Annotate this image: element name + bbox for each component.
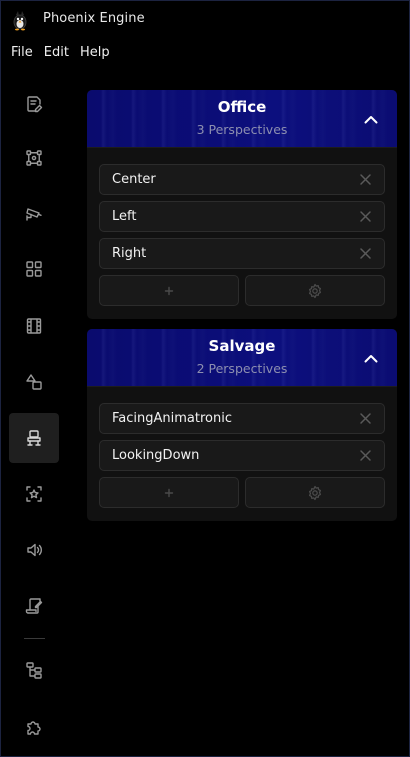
sidebar-item-documents[interactable] (9, 79, 59, 129)
sidebar-item-node-graph[interactable] (9, 133, 59, 183)
sparkle-icon (26, 486, 42, 502)
collapse-button[interactable] (361, 109, 381, 129)
puzzle-icon (27, 721, 41, 735)
perspective-row[interactable]: Left (99, 201, 385, 232)
sidebar-item-plugins[interactable] (9, 702, 59, 752)
settings-button[interactable] (245, 275, 385, 306)
remove-perspective-icon[interactable] (359, 247, 372, 260)
collapse-button[interactable] (361, 348, 381, 368)
hierarchy-icon (26, 662, 42, 679)
speaker-icon (27, 543, 42, 557)
chevron-up-icon (364, 115, 378, 123)
sidebar-item-scripts[interactable] (9, 581, 59, 631)
office-panel-salvage: Salvage 2 Perspectives FacingAnimatronic… (87, 329, 397, 521)
film-icon (26, 318, 42, 334)
add-perspective-button[interactable] (99, 477, 239, 508)
office-title: Salvage (208, 337, 276, 355)
desk-chair-icon (27, 430, 41, 446)
grid-icon (26, 261, 42, 277)
sidebar-item-layout[interactable] (9, 244, 59, 294)
perspective-row[interactable]: LookingDown (99, 440, 385, 471)
menu-help[interactable]: Help (75, 40, 116, 68)
settings-button[interactable] (245, 477, 385, 508)
office-panel-office: Office 3 Perspectives Center Left Right (87, 90, 397, 319)
remove-perspective-icon[interactable] (359, 210, 372, 223)
gear-icon (308, 283, 322, 298)
chevron-up-icon (364, 354, 378, 362)
office-header[interactable]: Salvage 2 Perspectives (87, 329, 397, 387)
panel-actions (99, 477, 385, 508)
app-title: Phoenix Engine (43, 11, 145, 26)
office-subtitle: 3 Perspectives (196, 122, 288, 137)
sidebar-item-audio[interactable] (9, 525, 59, 575)
phoenix-logo-icon (13, 11, 27, 31)
document-edit-icon (27, 96, 43, 113)
sidebar-item-offices[interactable] (9, 413, 59, 463)
remove-perspective-icon[interactable] (359, 412, 372, 425)
perspective-name: Left (112, 209, 137, 224)
add-perspective-button[interactable] (99, 275, 239, 306)
perspective-row[interactable]: Center (99, 164, 385, 195)
node-graph-icon (26, 150, 42, 166)
sidebar-item-animations[interactable] (9, 301, 59, 351)
sidebar-item-shapes[interactable] (9, 357, 59, 407)
perspective-name: Right (112, 246, 147, 261)
script-edit-icon (25, 598, 43, 614)
sidebar-item-effects[interactable] (9, 469, 59, 519)
plus-icon (164, 488, 174, 497)
perspective-list: FacingAnimatronic LookingDown (87, 387, 397, 520)
menu-bar: File Edit Help (0, 40, 116, 68)
perspective-row[interactable]: FacingAnimatronic (99, 403, 385, 434)
perspective-name: Center (112, 172, 156, 187)
remove-perspective-icon[interactable] (359, 449, 372, 462)
menu-edit[interactable]: Edit (39, 40, 75, 68)
sidebar-item-cameras[interactable] (9, 189, 59, 239)
perspective-list: Center Left Right (87, 148, 397, 318)
perspective-name: LookingDown (112, 448, 200, 463)
office-header[interactable]: Office 3 Perspectives (87, 90, 397, 148)
panel-actions (99, 275, 385, 306)
title-bar: Phoenix Engine (0, 0, 410, 38)
shapes-icon (26, 374, 42, 390)
perspective-name: FacingAnimatronic (112, 411, 232, 426)
menu-file[interactable]: File (6, 40, 39, 68)
sidebar-divider (24, 638, 45, 639)
sidebar-item-hierarchy[interactable] (9, 645, 59, 695)
office-title: Office (217, 98, 267, 116)
plus-icon (164, 286, 174, 295)
security-camera-icon (26, 208, 42, 221)
gear-icon (308, 485, 322, 500)
perspective-row[interactable]: Right (99, 238, 385, 269)
office-subtitle: 2 Perspectives (196, 361, 288, 376)
remove-perspective-icon[interactable] (359, 173, 372, 186)
